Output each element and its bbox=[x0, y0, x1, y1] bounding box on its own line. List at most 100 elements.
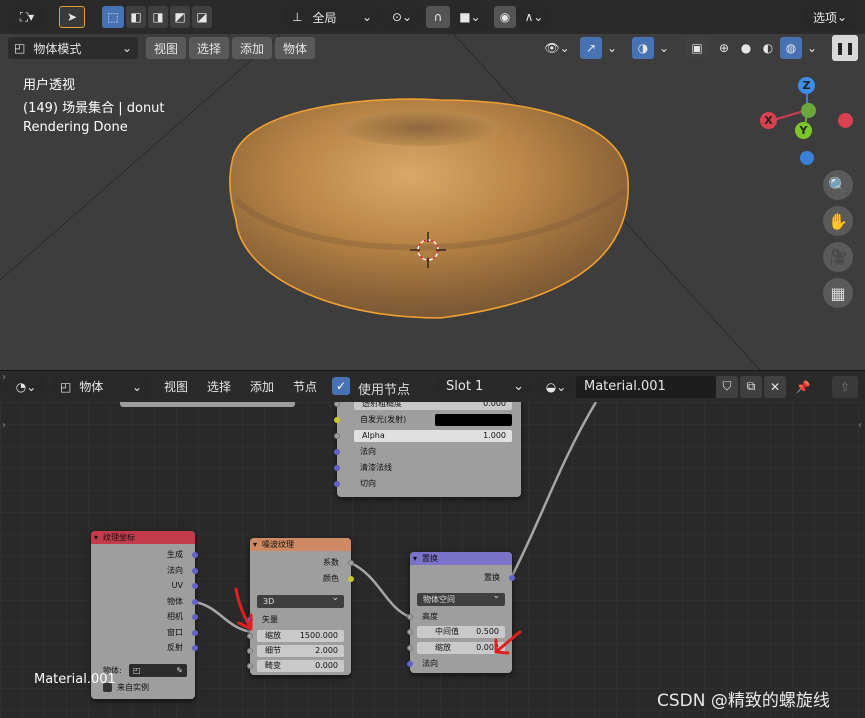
fake-user-button[interactable]: ⛉ bbox=[716, 375, 738, 398]
shading-dropdown[interactable]: ⌄ bbox=[804, 37, 820, 59]
node-editor-type-button[interactable]: ◔⌄ bbox=[6, 375, 46, 398]
output-socket[interactable] bbox=[192, 567, 198, 574]
output-socket[interactable] bbox=[192, 552, 198, 558]
noise-distortion-field[interactable]: 畸变 0.000 bbox=[257, 660, 344, 672]
input-socket[interactable] bbox=[334, 433, 340, 439]
node-menu-add[interactable]: 添加 bbox=[242, 376, 282, 398]
pause-render-button[interactable]: ❚❚ bbox=[832, 35, 858, 61]
output-socket[interactable] bbox=[348, 560, 354, 566]
input-socket[interactable] bbox=[407, 661, 413, 667]
input-socket[interactable] bbox=[334, 417, 340, 423]
snap-toggle[interactable]: ∩ bbox=[426, 6, 450, 28]
unlink-material-button[interactable]: ✕ bbox=[764, 375, 786, 398]
input-socket[interactable] bbox=[334, 402, 340, 407]
principled-bsdf-node[interactable]: 透射粗糙度 0.000 自发光(发射) Alpha 1.000 法向 清漆法线 bbox=[334, 402, 521, 497]
gizmo-neg-x-axis[interactable] bbox=[838, 113, 853, 128]
gizmo-neg-y-axis[interactable] bbox=[801, 103, 816, 118]
visibility-dropdown[interactable]: 👁⌄ bbox=[540, 37, 574, 59]
interaction-mode-dropdown[interactable]: ◰ 物体模式 ⌄ bbox=[8, 37, 138, 59]
gizmo-toggle[interactable]: ↗ bbox=[580, 37, 602, 59]
select-box-invert-button[interactable]: ◩ bbox=[170, 6, 190, 28]
material-name-field[interactable]: Material.001 bbox=[576, 376, 716, 398]
z-axis-label: Z bbox=[802, 79, 811, 92]
output-socket[interactable] bbox=[192, 598, 198, 605]
menu-select[interactable]: 选择 bbox=[189, 37, 230, 59]
output-socket[interactable] bbox=[192, 645, 198, 651]
use-nodes-checkbox[interactable]: ✓ bbox=[332, 377, 350, 395]
falloff-dropdown[interactable]: ∧⌄ bbox=[518, 6, 550, 28]
xray-toggle[interactable]: ▣ bbox=[686, 37, 708, 59]
projection-toggle-button[interactable]: ▦ bbox=[823, 278, 853, 308]
editor-type-button[interactable]: ⛶▾ bbox=[8, 6, 46, 28]
displacement-header[interactable]: 置换 bbox=[410, 552, 512, 565]
gizmo-x-axis[interactable]: X bbox=[760, 112, 777, 129]
noise-texture-header[interactable]: 噪波纹理 bbox=[250, 538, 351, 551]
noise-detail-field[interactable]: 细节 2.000 bbox=[257, 645, 344, 657]
shading-rendered-button[interactable]: ◍ bbox=[780, 37, 802, 59]
noise-dimension-dropdown[interactable]: 3D bbox=[257, 592, 344, 608]
browse-material-button[interactable]: ◒⌄ bbox=[538, 375, 574, 398]
material-slot-dropdown[interactable]: Slot 1 ⌄ bbox=[438, 375, 530, 398]
transform-orientation-dropdown[interactable]: ⊥ 全局 ⌄ bbox=[286, 6, 378, 28]
transmission-roughness-field[interactable]: 透射粗糙度 0.000 bbox=[354, 402, 512, 410]
duplicate-material-button[interactable]: ⧉ bbox=[740, 375, 762, 398]
output-socket[interactable] bbox=[509, 575, 515, 581]
emission-color-swatch[interactable] bbox=[435, 414, 512, 426]
shading-material-button[interactable]: ◐ bbox=[758, 37, 778, 59]
input-socket[interactable] bbox=[407, 629, 413, 635]
node-canvas[interactable]: 透射粗糙度 0.000 自发光(发射) Alpha 1.000 法向 清漆法线 bbox=[0, 402, 865, 718]
camera-view-button[interactable]: 🎥 bbox=[823, 242, 853, 272]
node-menu-select[interactable]: 选择 bbox=[199, 376, 239, 398]
noise-scale-field[interactable]: 缩放 1500.000 bbox=[257, 630, 344, 642]
input-socket[interactable] bbox=[407, 614, 413, 620]
object-picker-field[interactable]: ◰ ✎ bbox=[129, 664, 187, 677]
toolbar-expand-icon[interactable]: › bbox=[2, 372, 6, 383]
shading-wireframe-button[interactable]: ⊕ bbox=[714, 37, 734, 59]
3d-viewport[interactable]: ⛶▾ ➤ ⬚ ◧ ◨ ◩ ◪ ⊥ 全局 ⌄ ⊙⌄ ∩ ■⌄ ◉ ∧⌄ 选项 ⌄ … bbox=[0, 0, 865, 370]
input-socket[interactable] bbox=[407, 645, 413, 651]
node-menu-view[interactable]: 视图 bbox=[156, 376, 196, 398]
partial-node[interactable] bbox=[120, 402, 295, 407]
pivot-point-dropdown[interactable]: ⊙⌄ bbox=[384, 6, 420, 28]
shading-solid-button[interactable]: ● bbox=[736, 37, 756, 59]
parent-node-tree-button[interactable]: ⇧ bbox=[832, 375, 858, 398]
output-socket[interactable] bbox=[348, 575, 354, 582]
menu-object[interactable]: 物体 bbox=[275, 37, 316, 59]
select-tool-button[interactable]: ➤ bbox=[59, 6, 85, 28]
overlays-toggle[interactable]: ◑ bbox=[632, 37, 654, 59]
zoom-button[interactable]: 🔍 bbox=[823, 170, 853, 200]
menu-view[interactable]: 视图 bbox=[146, 37, 187, 59]
node-menu-node[interactable]: 节点 bbox=[285, 376, 325, 398]
input-socket[interactable] bbox=[334, 449, 340, 455]
alpha-field[interactable]: Alpha 1.000 bbox=[354, 430, 512, 442]
gizmo-neg-z-axis[interactable] bbox=[800, 151, 814, 165]
pan-button[interactable]: ✋ bbox=[823, 206, 853, 236]
emission-label: 自发光(发射) bbox=[360, 415, 407, 424]
shader-type-dropdown[interactable]: ◰ 物体 ⌄ bbox=[54, 375, 148, 398]
input-socket[interactable] bbox=[247, 663, 253, 669]
sidebar-expand-right-icon[interactable]: ‹ bbox=[858, 420, 862, 431]
input-socket[interactable] bbox=[334, 481, 340, 487]
menu-add[interactable]: 添加 bbox=[232, 37, 273, 59]
sidebar-expand-left-icon[interactable]: › bbox=[2, 420, 6, 431]
select-box-intersect-button[interactable]: ◪ bbox=[192, 6, 212, 28]
options-dropdown[interactable]: 选项 ⌄ bbox=[803, 6, 857, 28]
select-box-new-button[interactable]: ⬚ bbox=[102, 6, 124, 28]
input-socket[interactable] bbox=[247, 648, 253, 654]
proportional-edit-toggle[interactable]: ◉ bbox=[494, 6, 516, 28]
displacement-space-dropdown[interactable]: 物体空间 bbox=[417, 590, 505, 606]
overlays-dropdown[interactable]: ⌄ bbox=[656, 37, 672, 59]
select-box-subtract-button[interactable]: ◨ bbox=[148, 6, 168, 28]
texture-coordinate-header[interactable]: 纹理坐标 bbox=[91, 531, 195, 544]
snap-target-dropdown[interactable]: ■⌄ bbox=[452, 6, 488, 28]
output-socket[interactable] bbox=[192, 583, 198, 589]
gizmo-y-axis[interactable]: Y bbox=[795, 122, 812, 139]
input-socket[interactable] bbox=[334, 465, 340, 471]
noise-texture-node[interactable]: 噪波纹理 系数 颜色 3D 矢量 缩放 1500.000 细节 2.000 bbox=[247, 538, 354, 675]
pin-button[interactable]: 📌 bbox=[792, 376, 814, 398]
output-socket[interactable] bbox=[192, 629, 198, 636]
gizmo-dropdown[interactable]: ⌄ bbox=[604, 37, 620, 59]
select-box-extend-button[interactable]: ◧ bbox=[126, 6, 146, 28]
gizmo-z-axis[interactable]: Z bbox=[798, 77, 815, 94]
output-socket[interactable] bbox=[192, 614, 198, 620]
